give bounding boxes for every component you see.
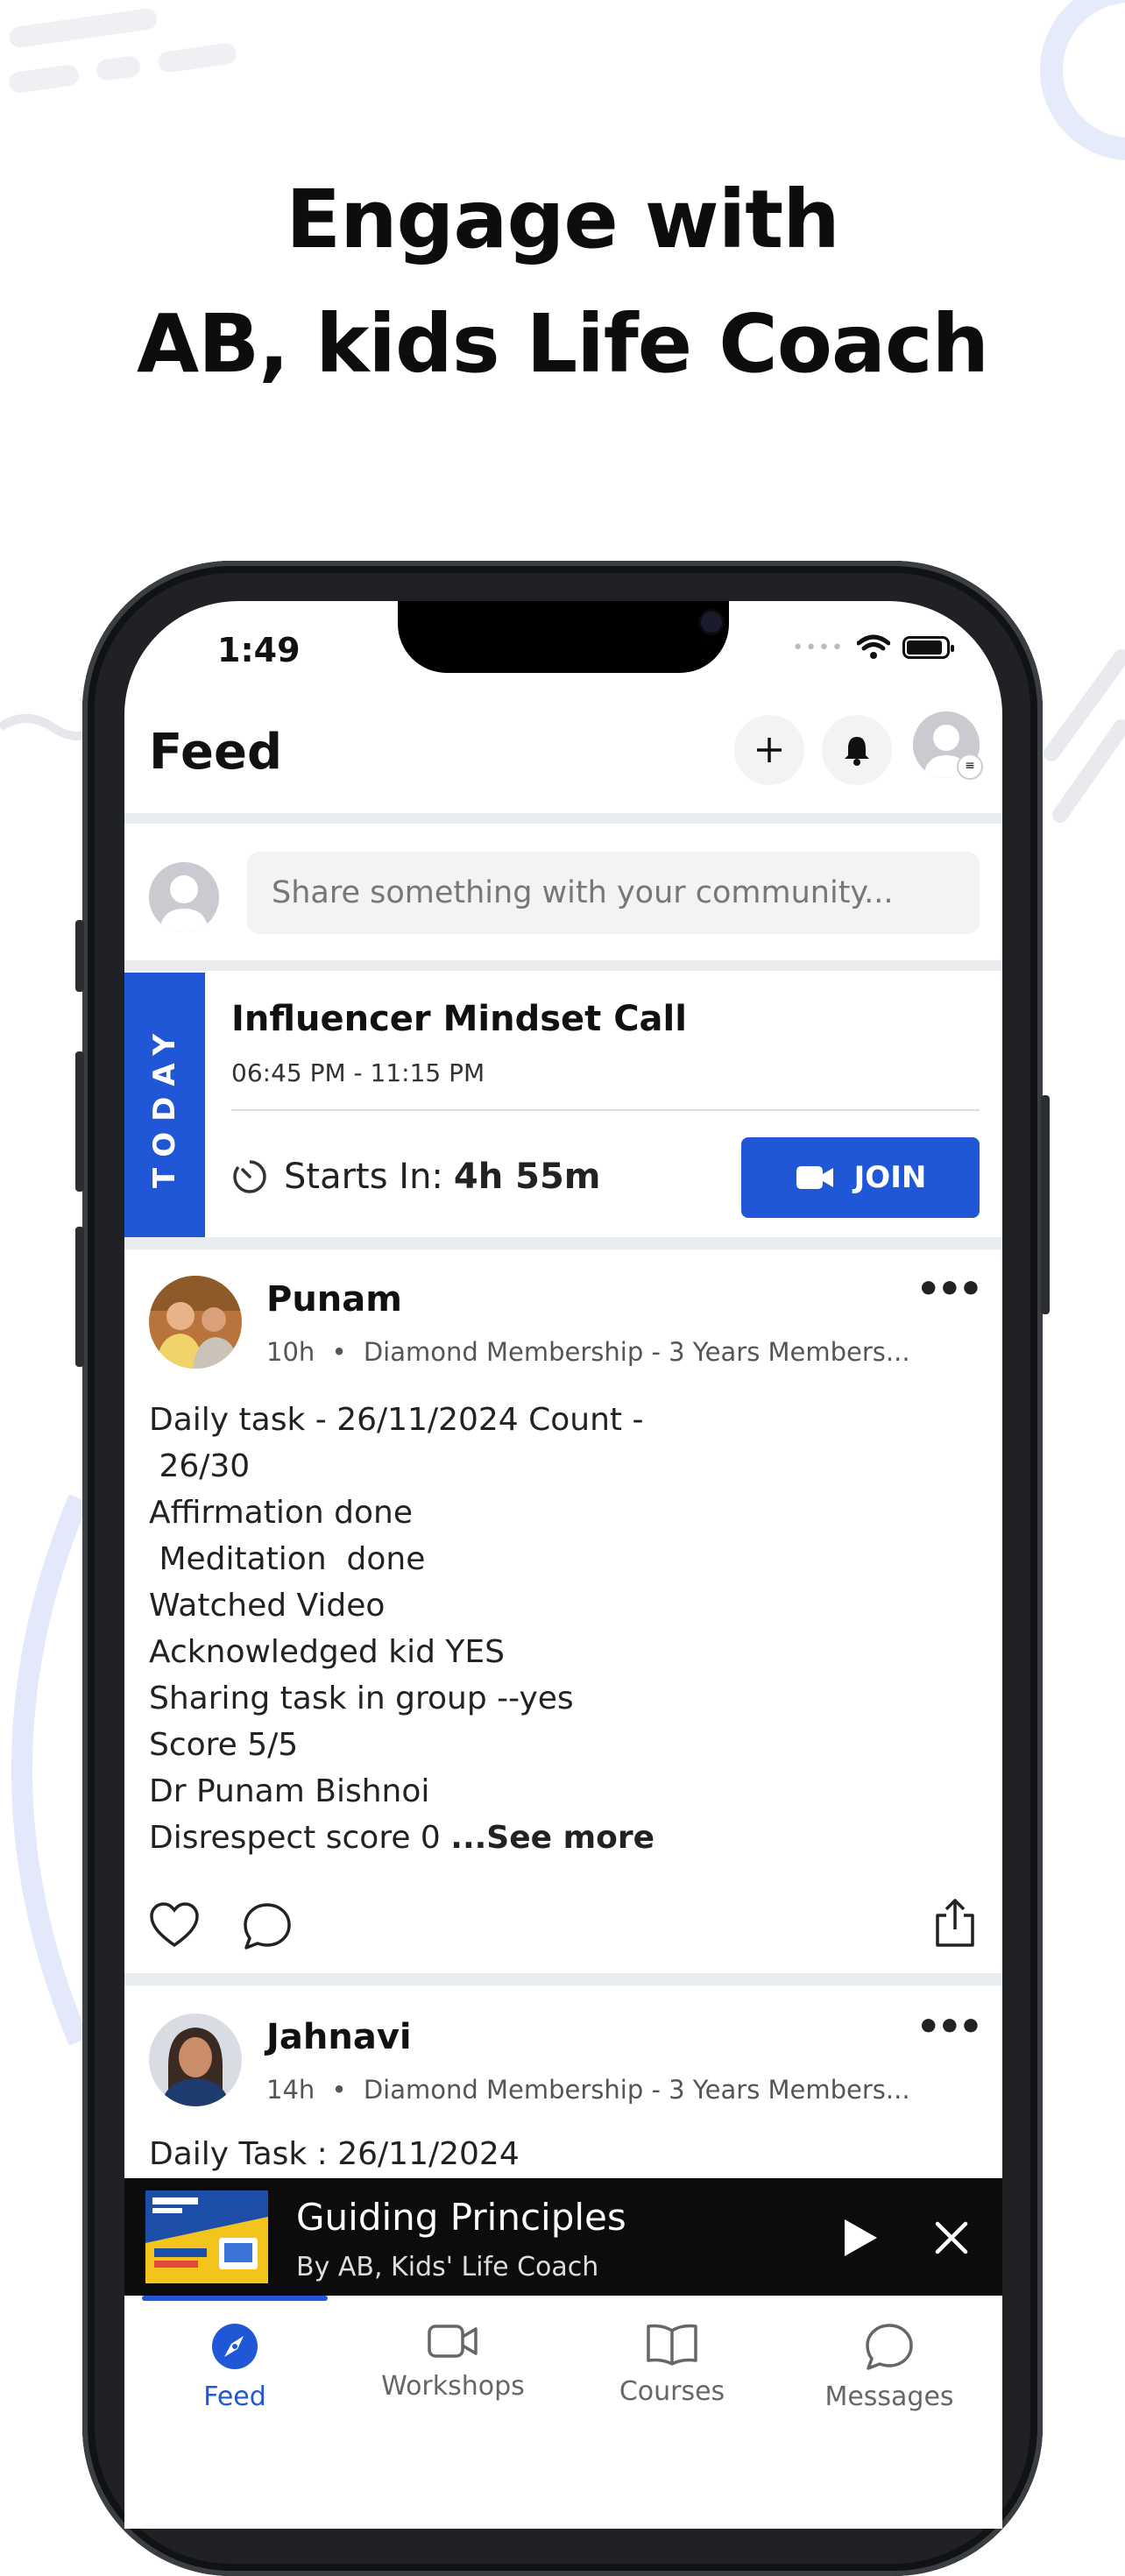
player-subtitle: By AB, Kids' Life Coach bbox=[296, 2252, 599, 2282]
post-line: Daily task - 26/11/2024 Count - bbox=[149, 1402, 644, 1438]
tab-courses[interactable]: Courses bbox=[562, 2322, 782, 2407]
event-countdown: Starts In: 4h 55m bbox=[231, 1157, 600, 1197]
status-time: 1:49 bbox=[217, 631, 301, 669]
decor-arc-left bbox=[11, 1494, 88, 2046]
header-divider bbox=[124, 813, 1002, 824]
active-tab-indicator bbox=[142, 2296, 328, 2301]
author-photo bbox=[149, 1276, 242, 1369]
event-divider bbox=[231, 1109, 980, 1111]
phone-volume-up bbox=[75, 1051, 84, 1192]
feed-header: Feed ≡ bbox=[124, 704, 1002, 801]
post-options-button[interactable]: ••• bbox=[916, 2005, 983, 2049]
bell-icon bbox=[845, 737, 869, 766]
tab-messages[interactable]: Messages bbox=[780, 2322, 999, 2412]
page-title: Feed bbox=[149, 724, 283, 781]
tab-feed[interactable]: Feed bbox=[125, 2322, 344, 2412]
front-camera bbox=[701, 612, 722, 633]
share-post-input[interactable]: Share something with your community... bbox=[247, 852, 980, 934]
composer-divider bbox=[124, 960, 1002, 971]
post-line: Affirmation done bbox=[149, 1495, 413, 1531]
headline-line-2: AB, kids Life Coach bbox=[136, 297, 989, 391]
post-line: Sharing task in group --yes bbox=[149, 1681, 574, 1716]
tab-label: Feed bbox=[203, 2381, 266, 2412]
timer-icon bbox=[233, 1159, 266, 1193]
post-membership: Diamond Membership - 3 Years Members... bbox=[363, 1337, 910, 1367]
event-time-range: 06:45 PM - 11:15 PM bbox=[231, 1058, 485, 1087]
video-camera-icon bbox=[796, 1166, 833, 1189]
tab-label: Messages bbox=[824, 2381, 954, 2412]
battery-icon bbox=[902, 636, 954, 659]
compass-icon bbox=[212, 2324, 258, 2369]
post-age: 14h bbox=[266, 2075, 315, 2105]
tab-label: Workshops bbox=[381, 2371, 525, 2402]
close-icon[interactable] bbox=[934, 2220, 969, 2255]
notifications-button[interactable] bbox=[822, 715, 892, 785]
headline-line-1: Engage with bbox=[286, 173, 840, 266]
menu-badge-icon: ≡ bbox=[957, 754, 983, 780]
post-meta: 14h • Diamond Membership - 3 Years Membe… bbox=[266, 2075, 910, 2105]
post-line: Meditation done bbox=[149, 1541, 426, 1577]
post-author-name[interactable]: Punam bbox=[266, 1279, 402, 1320]
tab-workshops[interactable]: Workshops bbox=[343, 2322, 562, 2402]
post-line: Acknowledged kid YES bbox=[149, 1634, 505, 1670]
phone-notch bbox=[398, 601, 729, 673]
mini-player[interactable]: Guiding Principles By AB, Kids' Life Coa… bbox=[124, 2178, 1002, 2296]
event-title[interactable]: Influencer Mindset Call bbox=[231, 999, 687, 1039]
post-line: Score 5/5 bbox=[149, 1727, 299, 1763]
event-card[interactable]: TODAY Influencer Mindset Call 06:45 PM -… bbox=[124, 973, 1002, 1237]
post-line-last: Disrespect score 0 ...See more bbox=[149, 1815, 654, 1861]
phone-power-button bbox=[1041, 1095, 1050, 1314]
course-thumbnail-image bbox=[145, 2190, 268, 2283]
post-line: Daily Task : 26/11/2024 bbox=[149, 2136, 520, 2172]
today-label: TODAY bbox=[147, 1023, 182, 1188]
create-post-button[interactable] bbox=[734, 715, 804, 785]
join-button[interactable]: JOIN bbox=[741, 1137, 980, 1218]
starts-in-value: 4h 55m bbox=[453, 1157, 601, 1197]
post-author-avatar[interactable] bbox=[149, 1276, 242, 1369]
book-icon bbox=[647, 2324, 697, 2366]
post-body: Daily task - 26/11/2024 Count - 26/30 Aff… bbox=[149, 1397, 654, 1861]
play-icon[interactable] bbox=[841, 2217, 880, 2259]
tab-label: Courses bbox=[619, 2376, 725, 2407]
composer-avatar bbox=[149, 862, 219, 932]
bottom-tab-bar: Feed Workshops Courses Messages bbox=[124, 2296, 1002, 2529]
see-more-link[interactable]: ...See more bbox=[450, 1820, 654, 1856]
phone-volume-down bbox=[75, 1227, 84, 1367]
post-body: Daily Task : 26/11/2024 bbox=[149, 2131, 520, 2177]
post-line: Disrespect score 0 bbox=[149, 1820, 441, 1856]
post-line: Watched Video bbox=[149, 1588, 386, 1624]
author-photo bbox=[149, 2013, 242, 2106]
post-divider bbox=[124, 1973, 1002, 1985]
post-line: 26/30 bbox=[149, 1448, 251, 1484]
player-title: Guiding Principles bbox=[296, 2196, 626, 2239]
post-meta: 10h • Diamond Membership - 3 Years Membe… bbox=[266, 1337, 910, 1367]
starts-in-label: Starts In: bbox=[284, 1157, 443, 1197]
status-icons: •••• bbox=[792, 634, 954, 661]
decor-lines-right bbox=[1044, 649, 1125, 823]
player-thumbnail bbox=[145, 2190, 268, 2283]
post-age: 10h bbox=[266, 1337, 315, 1367]
wifi-icon bbox=[857, 634, 890, 659]
post-options-button[interactable]: ••• bbox=[916, 1267, 983, 1312]
chat-bubble-icon bbox=[866, 2324, 913, 2370]
share-icon[interactable] bbox=[934, 1898, 976, 1949]
comment-bubble-icon[interactable] bbox=[242, 1901, 293, 1950]
post-author-name[interactable]: Jahnavi bbox=[266, 2017, 412, 2057]
join-label: JOIN bbox=[853, 1160, 927, 1195]
post-membership: Diamond Membership - 3 Years Members... bbox=[363, 2075, 910, 2105]
today-badge: TODAY bbox=[124, 973, 205, 1237]
post-author-avatar[interactable] bbox=[149, 2013, 242, 2106]
marketing-headline: Engage with AB, kids Life Coach bbox=[0, 158, 1125, 407]
video-camera-icon bbox=[428, 2325, 478, 2358]
app-screen: 1:49 •••• Feed ≡ Share something with yo… bbox=[124, 601, 1002, 2529]
post-line: Dr Punam Bishnoi bbox=[149, 1773, 430, 1809]
signal-icon: •••• bbox=[792, 636, 845, 659]
plus-icon bbox=[757, 738, 782, 762]
event-divider-bottom bbox=[124, 1237, 1002, 1249]
like-heart-icon[interactable] bbox=[149, 1901, 200, 1949]
user-silhouette-icon bbox=[149, 862, 219, 932]
phone-side-button bbox=[75, 920, 84, 992]
